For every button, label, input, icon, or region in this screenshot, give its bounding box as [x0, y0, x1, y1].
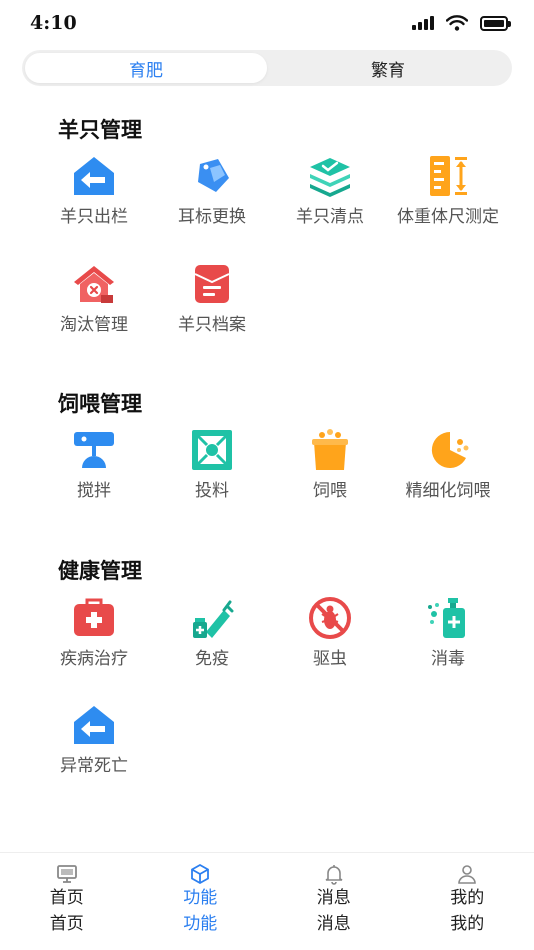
- nav-sublabel: 功能: [183, 914, 218, 934]
- section-title-feeding: 饲喂管理: [58, 392, 142, 416]
- func-feeding-input[interactable]: 投料: [152, 428, 272, 501]
- precision-feed-icon: [431, 431, 469, 468]
- tab-breeding[interactable]: 繁育: [267, 53, 509, 83]
- func-label: 搅拌: [77, 481, 111, 501]
- battery-icon: [480, 15, 511, 31]
- nav-sublabel: 消息: [316, 914, 351, 934]
- func-precision-feeding[interactable]: 精细化饲喂: [388, 428, 508, 501]
- no-bug-icon: [309, 597, 351, 639]
- measure-ruler-icon: [430, 156, 467, 196]
- nav-label: 功能: [183, 888, 218, 908]
- feeding-box-icon: [192, 430, 232, 470]
- nav-label: 消息: [316, 888, 351, 908]
- section-title-health: 健康管理: [58, 559, 142, 583]
- nav-sublabel: 我的: [450, 914, 485, 934]
- nav-sublabel: 首页: [49, 914, 84, 934]
- func-label: 精细化饲喂: [405, 481, 491, 501]
- func-weight-measure[interactable]: 体重体尺测定: [388, 154, 508, 227]
- house-exit-icon: [74, 157, 114, 195]
- func-label: 饲喂: [313, 481, 347, 501]
- func-abnormal-death[interactable]: 异常死亡: [34, 703, 154, 776]
- disinfect-bottle-icon: [428, 598, 465, 638]
- feed-bucket-icon: [312, 429, 348, 470]
- func-label: 疾病治疗: [60, 649, 128, 669]
- func-label: 耳标更换: [178, 207, 246, 227]
- mixer-icon: [74, 432, 114, 468]
- bell-icon: [325, 865, 343, 885]
- nav-label: 我的: [450, 888, 485, 908]
- status-time: 4:10: [30, 12, 77, 34]
- func-label: 羊只档案: [178, 315, 246, 335]
- house-exit-icon: [74, 706, 114, 744]
- func-label: 羊只出栏: [60, 207, 128, 227]
- status-icons: [412, 15, 511, 31]
- nav-messages[interactable]: 消息 消息: [267, 853, 401, 950]
- ear-tag-icon: [198, 159, 229, 192]
- house-remove-icon: [74, 266, 114, 303]
- segment-tabs: 育肥 繁育: [22, 50, 512, 86]
- func-label: 体重体尺测定: [397, 207, 499, 227]
- signal-icon: [412, 16, 434, 30]
- func-sheep-count[interactable]: 羊只清点: [270, 154, 390, 227]
- medical-kit-icon: [74, 598, 114, 636]
- monitor-icon: [56, 865, 77, 883]
- nav-home[interactable]: 首页 首页: [0, 853, 134, 950]
- func-sheep-archive[interactable]: 羊只档案: [152, 262, 272, 335]
- nav-profile[interactable]: 我的 我的: [401, 853, 534, 950]
- syringe-icon: [193, 600, 234, 638]
- cube-icon: [191, 863, 210, 885]
- section-title-sheep: 羊只管理: [58, 118, 142, 142]
- func-label: 淘汰管理: [60, 315, 128, 335]
- status-bar: 4:10: [0, 0, 534, 48]
- stack-check-icon: [310, 158, 350, 197]
- func-disease-treatment[interactable]: 疾病治疗: [34, 596, 154, 669]
- func-feed[interactable]: 饲喂: [270, 428, 390, 501]
- func-ear-tag[interactable]: 耳标更换: [152, 154, 272, 227]
- nav-functions[interactable]: 功能 功能: [134, 853, 268, 950]
- func-label: 免疫: [195, 649, 229, 669]
- func-label: 异常死亡: [60, 756, 128, 776]
- func-sheep-outbound[interactable]: 羊只出栏: [34, 154, 154, 227]
- archive-folder-icon: [194, 265, 230, 303]
- wifi-icon: [446, 15, 468, 31]
- func-label: 驱虫: [313, 649, 347, 669]
- bottom-nav: 首页 首页 功能 功能 消息 消息 我的 我的: [0, 852, 534, 950]
- func-disinfection[interactable]: 消毒: [388, 596, 508, 669]
- func-immunization[interactable]: 免疫: [152, 596, 272, 669]
- func-label: 投料: [195, 481, 229, 501]
- func-culling[interactable]: 淘汰管理: [34, 262, 154, 335]
- tab-fattening[interactable]: 育肥: [25, 53, 267, 83]
- person-icon: [458, 865, 477, 884]
- func-mixing[interactable]: 搅拌: [34, 428, 154, 501]
- func-label: 消毒: [431, 649, 465, 669]
- func-deworming[interactable]: 驱虫: [270, 596, 390, 669]
- func-label: 羊只清点: [296, 207, 364, 227]
- nav-label: 首页: [49, 888, 84, 908]
